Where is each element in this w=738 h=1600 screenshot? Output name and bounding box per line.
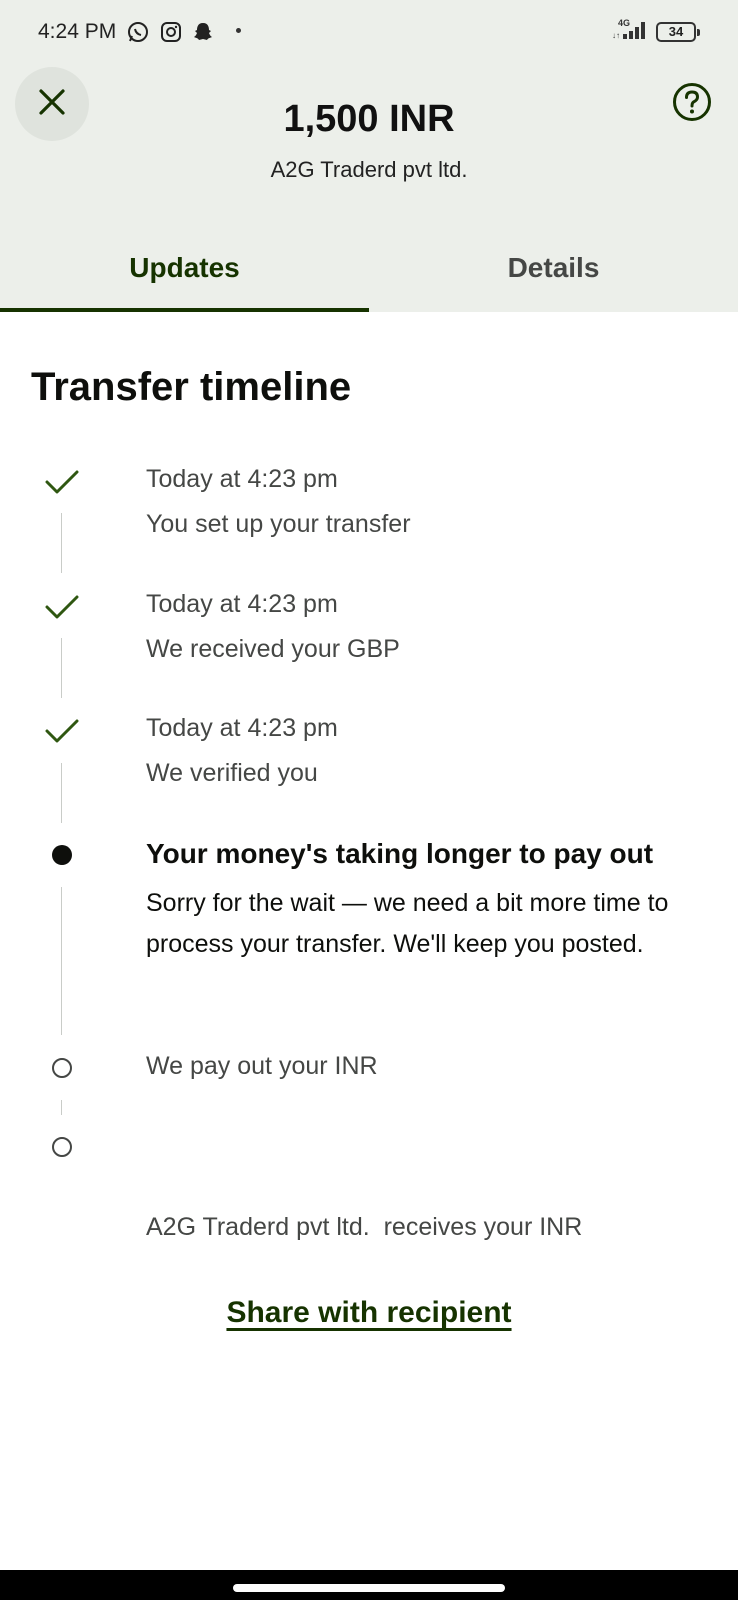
timeline-connector — [61, 763, 62, 823]
home-indicator[interactable] — [233, 1584, 505, 1592]
snapchat-icon — [192, 21, 214, 48]
status-time: 4:24 PM — [38, 20, 117, 43]
check-icon — [42, 711, 82, 751]
step-description: You set up your transfer — [146, 510, 411, 538]
timeline-connector — [61, 887, 62, 1035]
notification-dot — [236, 28, 241, 33]
instagram-icon — [160, 21, 182, 48]
active-tab-indicator — [0, 308, 369, 312]
tab-updates[interactable]: Updates — [0, 230, 369, 312]
section-title: Transfer timeline — [31, 365, 352, 409]
timeline-connector — [61, 1100, 62, 1115]
step-description: We received your GBP — [146, 635, 400, 663]
share-with-recipient-container: Share with recipient — [0, 1296, 738, 1330]
step-description: We pay out your INR — [146, 1052, 378, 1080]
step-time: Today at 4:23 pm — [146, 714, 338, 742]
tab-details[interactable]: Details — [369, 230, 738, 312]
transfer-amount: 1,500 INR — [283, 98, 455, 140]
battery-icon: 34 — [656, 21, 700, 42]
timeline-step: Today at 4:23 pm We received your GBP — [146, 584, 706, 670]
tab-label: Details — [507, 252, 600, 283]
whatsapp-icon — [126, 20, 150, 49]
svg-text:↓↑: ↓↑ — [612, 31, 620, 40]
pending-step-circle-icon — [42, 1127, 82, 1167]
transfer-header: 4:24 PM 4G ↓↑ 34 1,500 INR A2G Traderd p… — [0, 0, 738, 312]
step-description: A2G Traderd pvt ltd. receives your INR — [146, 1213, 583, 1241]
share-with-recipient-link[interactable]: Share with recipient — [226, 1296, 511, 1329]
timeline-step: A2G Traderd pvt ltd. receives your INR — [146, 1125, 706, 1289]
recipient-name: A2G Traderd pvt ltd. — [270, 157, 468, 182]
status-bar: 4:24 PM 4G ↓↑ 34 — [0, 0, 738, 62]
pending-step-circle-icon — [42, 1048, 82, 1088]
timeline-connector — [61, 638, 62, 698]
step-description: We verified you — [146, 759, 318, 787]
status-notification-icons — [126, 20, 214, 49]
timeline-step: Today at 4:23 pm We verified you — [146, 708, 706, 794]
check-icon — [42, 462, 82, 502]
check-icon — [42, 587, 82, 627]
status-system-icons: ↓↑ 34 — [612, 18, 700, 45]
timeline-step: We pay out your INR — [146, 1046, 706, 1087]
step-time: Today at 4:23 pm — [146, 465, 338, 493]
current-step-body: Sorry for the wait — we need a bit more … — [146, 889, 669, 958]
timeline-connector — [61, 513, 62, 573]
current-step-title: Your money's taking longer to pay out — [146, 838, 654, 869]
timeline-step: Today at 4:23 pm You set up your transfe… — [146, 459, 706, 545]
current-step-dot-icon — [42, 835, 82, 875]
tab-label: Updates — [129, 252, 240, 283]
signal-icon: ↓↑ — [612, 18, 650, 45]
tab-bar: Updates Details — [0, 230, 738, 312]
step-time: Today at 4:23 pm — [146, 590, 338, 618]
